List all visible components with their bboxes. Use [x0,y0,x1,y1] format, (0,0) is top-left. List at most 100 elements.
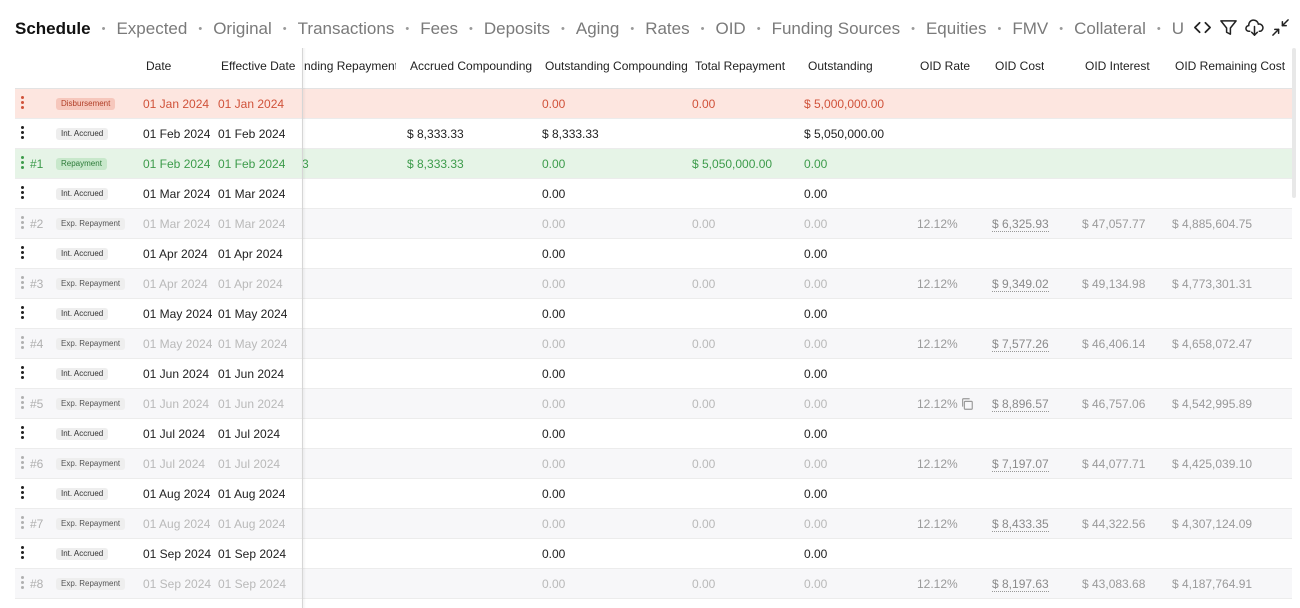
table-row[interactable]: Int. Accrued 01 May 2024 01 May 2024 0.00 0.… [15,299,1292,329]
table-row[interactable]: Int. Accrued 01 Apr 2024 01 Apr 2024 0.00 0.… [15,239,1292,269]
table-row[interactable]: #3 Exp. Repayment 01 Apr 2024 01 Apr 2024 0.… [15,269,1292,299]
oid-cost-cell[interactable]: $ 6,325.93 [992,209,1049,239]
row-type-badge: Int. Accrued [56,548,109,560]
tab-deposits[interactable]: Deposits [484,19,550,39]
funding-repayment-cell [302,209,392,239]
row-menu-icon[interactable] [17,126,27,142]
total-repayment-cell: 0.00 [692,457,716,471]
oid-cost-cell[interactable]: $ 7,577.26 [992,329,1049,359]
oid-cost-value[interactable]: $ 8,197.63 [992,577,1049,592]
table-row[interactable]: #7 Exp. Repayment 01 Aug 2024 01 Aug 2024 0.… [15,509,1292,539]
tab-fees[interactable]: Fees [420,19,458,39]
cloud-download-icon[interactable] [1244,17,1264,37]
row-type-badge: Int. Accrued [56,128,109,140]
oid-cost-cell[interactable]: $ 8,896.57 [992,389,1049,419]
col-header-oid-interest[interactable]: OID Interest [1085,48,1150,88]
effective-date-cell: 01 Mar 2024 [218,187,286,201]
filter-icon[interactable] [1218,17,1238,37]
table-row[interactable]: Int. Accrued 01 Jun 2024 01 Jun 2024 0.00 0.… [15,359,1292,389]
table-row[interactable]: Int. Accrued 01 Feb 2024 01 Feb 2024 $ 8,33… [15,119,1292,149]
row-menu-icon[interactable] [17,306,27,322]
table-row[interactable]: #6 Exp. Repayment 01 Jul 2024 01 Jul 2024 0.… [15,449,1292,479]
table-row[interactable]: Int. Accrued 01 Aug 2024 01 Aug 2024 0.00 0.… [15,479,1292,509]
oid-cost-value[interactable]: $ 7,577.26 [992,337,1049,352]
table-row[interactable]: #8 Exp. Repayment 01 Sep 2024 01 Sep 2024 0.… [15,569,1292,599]
table-row[interactable]: Int. Accrued 01 Jul 2024 01 Jul 2024 0.00 0.… [15,419,1292,449]
oid-cost-cell[interactable]: $ 7,197.07 [992,449,1049,479]
tab-bar: Schedule • Expected • Original • Transactions •… [15,16,1300,42]
oid-rate-cell: 12.12% [917,217,958,231]
outstanding-compounding-cell: 0.00 [542,427,566,441]
table-row[interactable]: #2 Exp. Repayment 01 Mar 2024 01 Mar 2024 0.… [15,209,1292,239]
tab-expected[interactable]: Expected [116,19,187,39]
row-menu-icon[interactable] [17,516,27,532]
col-header-outstanding[interactable]: Outstanding [808,48,873,88]
tab-schedule[interactable]: Schedule [15,19,91,39]
oid-interest-cell: $ 44,077.71 [1082,457,1146,471]
oid-cost-value[interactable]: $ 6,325.93 [992,217,1049,232]
oid-cost-value[interactable]: $ 8,433.35 [992,517,1049,532]
row-menu-icon[interactable] [17,426,27,442]
tab-transactions[interactable]: Transactions [298,19,395,39]
row-menu-icon[interactable] [17,546,27,562]
tab-u[interactable]: U [1172,19,1184,39]
date-cell: 01 Sep 2024 [143,577,212,591]
col-header-date[interactable]: Date [146,48,171,88]
tab-separator: • [630,23,635,35]
table-row[interactable]: #1 Repayment 01 Feb 2024 01 Feb 2024 3 $ 8,33… [15,149,1292,179]
tab-oid[interactable]: OID [715,19,745,39]
oid-cost-cell[interactable]: $ 8,197.63 [992,569,1049,599]
tab-original[interactable]: Original [213,19,272,39]
col-header-accrued-compounding[interactable]: Accrued Compounding [410,48,532,88]
row-menu-icon[interactable] [17,276,27,292]
date-cell: 01 Jun 2024 [143,367,210,381]
table-row[interactable]: Int. Accrued 01 Mar 2024 01 Mar 2024 0.00 0.… [15,179,1292,209]
table-row[interactable]: Disbursement 01 Jan 2024 01 Jan 2024 0.00 0.… [15,89,1292,119]
copy-icon[interactable] [960,397,974,411]
row-menu-icon[interactable] [17,366,27,382]
oid-cost-cell[interactable]: $ 8,433.35 [992,509,1049,539]
tab-equities[interactable]: Equities [926,19,986,39]
row-menu-icon[interactable] [17,216,27,232]
funding-repayment-cell [302,359,392,389]
oid-cost-value[interactable]: $ 9,349.02 [992,277,1049,292]
effective-date-cell: 01 Aug 2024 [218,487,286,501]
col-header-total-repayment[interactable]: Total Repayment [695,48,785,88]
row-menu-icon[interactable] [17,336,27,352]
effective-date-cell: 01 Apr 2024 [218,277,283,291]
frozen-column-divider[interactable] [302,48,303,608]
oid-remaining-cost-cell: $ 4,542,995.89 [1172,397,1253,411]
collapse-icon[interactable] [1270,17,1290,37]
total-repayment-cell: 0.00 [692,577,716,591]
row-menu-icon[interactable] [17,96,27,112]
table-row[interactable]: #5 Exp. Repayment 01 Jun 2024 01 Jun 2024 0.… [15,389,1292,419]
row-menu-icon[interactable] [17,456,27,472]
oid-remaining-cost-cell: $ 4,773,301.31 [1172,277,1253,291]
oid-cost-value[interactable]: $ 8,896.57 [992,397,1049,412]
col-header-effective-date[interactable]: Effective Date [221,48,303,88]
tab-fmv[interactable]: FMV [1012,19,1048,39]
row-menu-icon[interactable] [17,576,27,592]
row-menu-icon[interactable] [17,186,27,202]
tab-collateral[interactable]: Collateral [1074,19,1146,39]
col-header-oid-remaining-cost[interactable]: OID Remaining Cost [1175,48,1285,88]
tab-rates[interactable]: Rates [645,19,689,39]
row-menu-icon[interactable] [17,156,27,172]
row-type-badge: Int. Accrued [56,428,109,440]
table-row[interactable]: Int. Accrued 01 Sep 2024 01 Sep 2024 0.00 0.… [15,539,1292,569]
row-menu-icon[interactable] [17,396,27,412]
oid-cost-value[interactable]: $ 7,197.07 [992,457,1049,472]
table-row[interactable]: #4 Exp. Repayment 01 May 2024 01 May 2024 0.… [15,329,1292,359]
oid-cost-cell[interactable]: $ 9,349.02 [992,269,1049,299]
outstanding-cell: 0.00 [804,517,828,531]
row-menu-icon[interactable] [17,486,27,502]
col-header-outstanding-compounding[interactable]: Outstanding Compounding [545,48,688,88]
col-header-oid-cost[interactable]: OID Cost [995,48,1044,88]
row-menu-icon[interactable] [17,246,27,262]
vertical-scrollbar[interactable] [1292,48,1296,198]
tab-aging[interactable]: Aging [576,19,619,39]
col-header-funding-repayment[interactable]: nding Repayment [304,48,396,88]
col-header-oid-rate[interactable]: OID Rate [920,48,970,88]
code-icon[interactable] [1192,17,1212,37]
tab-funding-sources[interactable]: Funding Sources [772,19,901,39]
